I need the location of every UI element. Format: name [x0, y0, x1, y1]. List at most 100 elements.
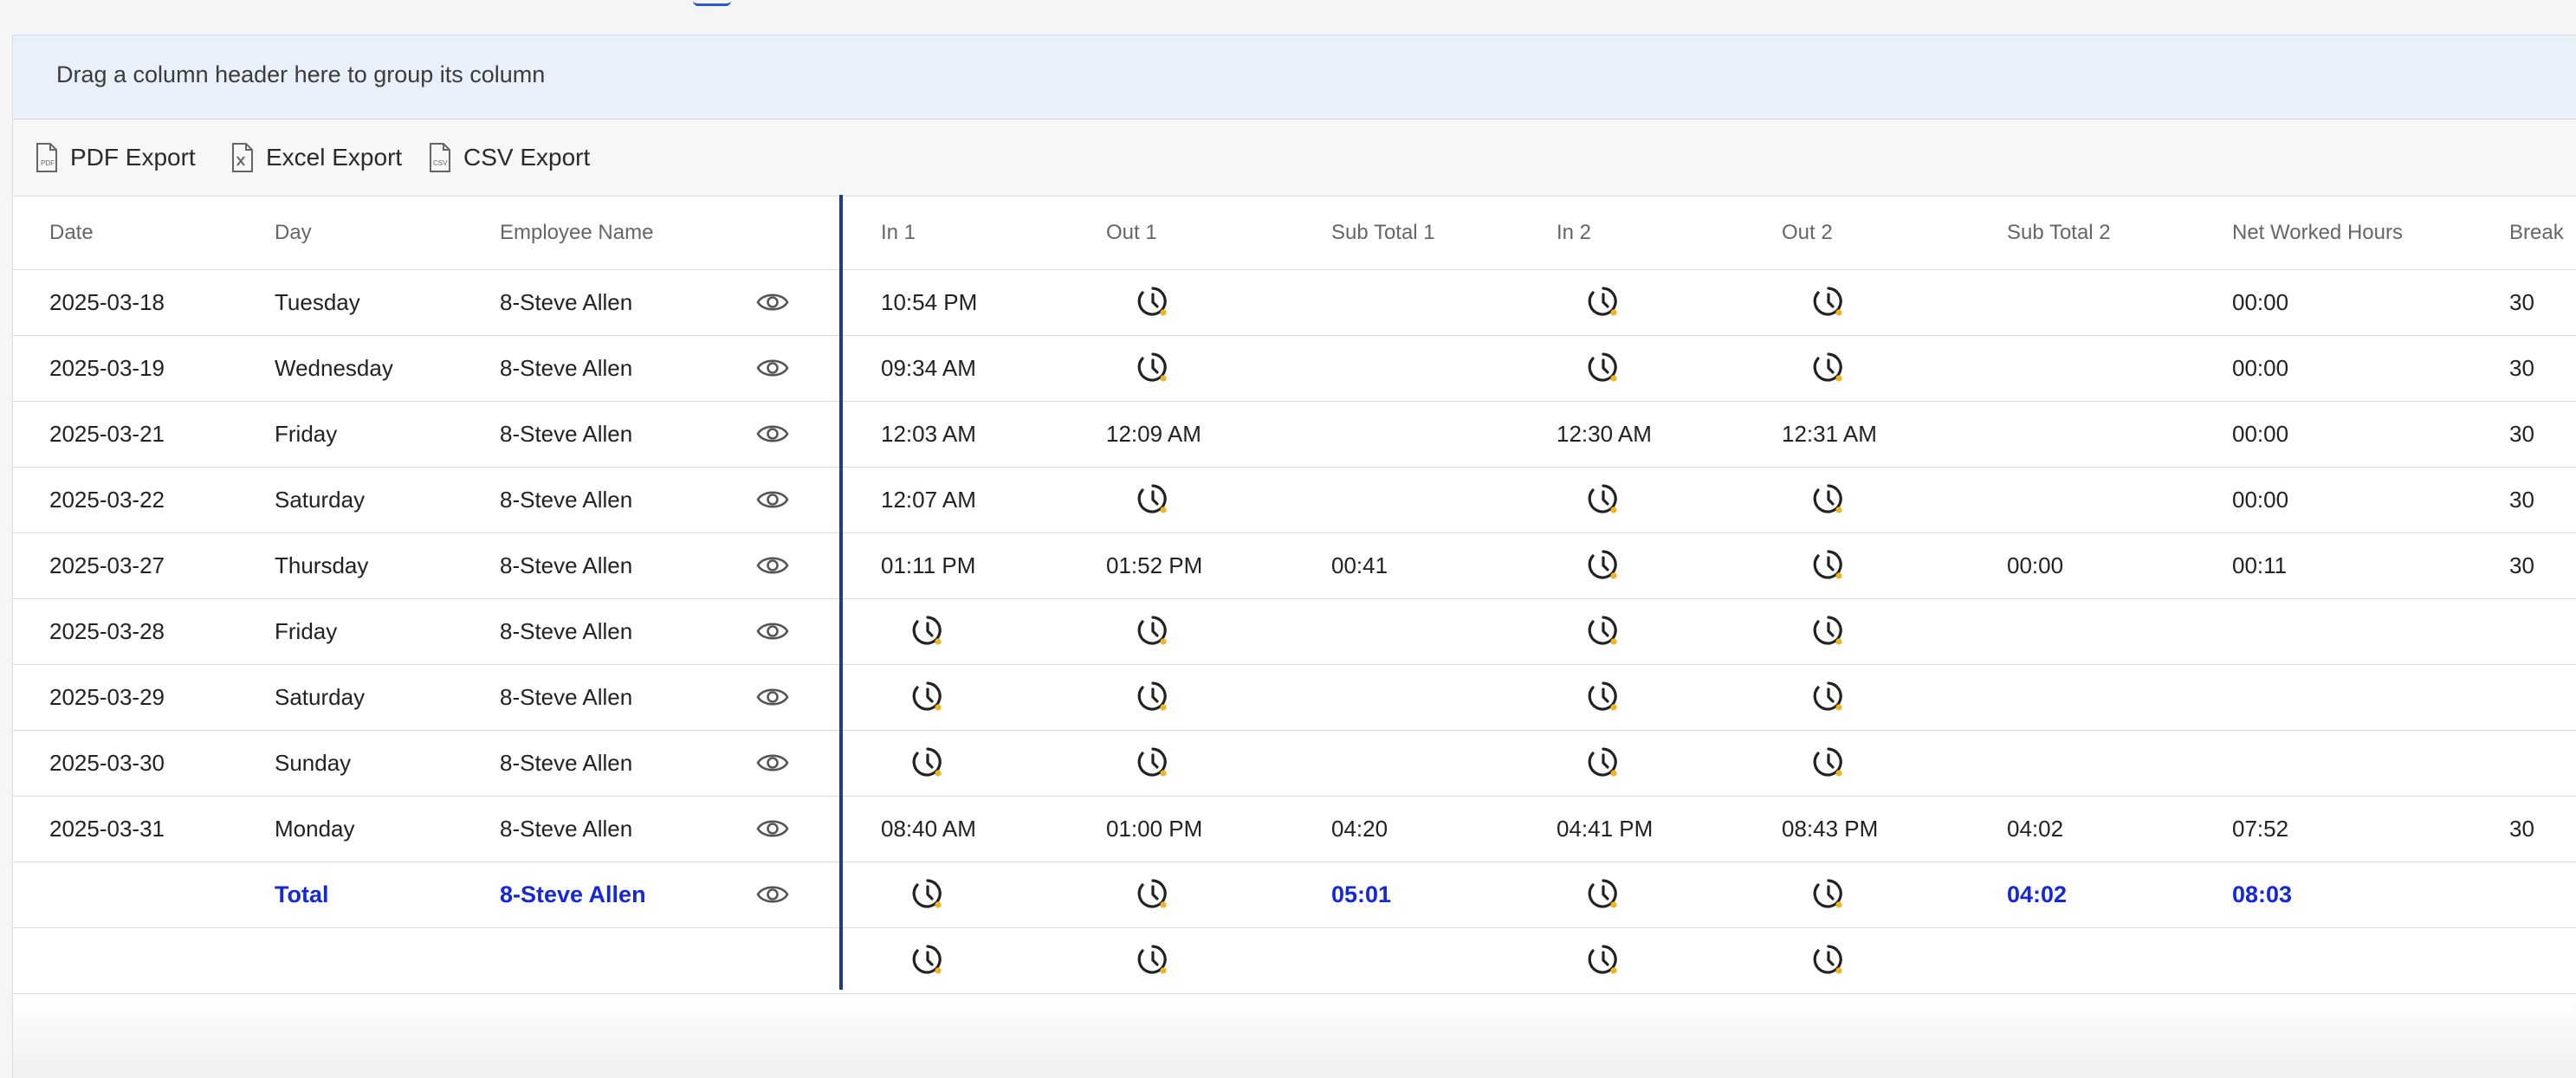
clock-icon[interactable]	[1586, 745, 1621, 781]
eye-icon[interactable]	[756, 421, 789, 447]
total-employee-name: 8-Steve Allen	[500, 881, 646, 907]
frozen-column-divider	[839, 195, 843, 990]
eye-icon[interactable]	[756, 684, 789, 710]
column-header-out-1[interactable]: Out 1	[1106, 221, 1157, 245]
column-header-sub-total-2[interactable]: Sub Total 2	[2007, 221, 2111, 245]
eye-icon[interactable]	[756, 750, 789, 776]
cell-day: Wednesday	[275, 355, 393, 381]
clock-icon[interactable]	[1811, 745, 1846, 781]
cell-in1: 12:03 AM	[881, 421, 976, 447]
cell-date: 2025-03-31	[49, 816, 165, 842]
clock-icon[interactable]	[1136, 679, 1170, 715]
eye-icon[interactable]	[756, 289, 789, 315]
eye-icon[interactable]	[756, 552, 789, 578]
cell-day: Thursday	[275, 552, 369, 578]
cell-in1: 10:54 PM	[881, 289, 978, 315]
cell-brk: 30	[2509, 816, 2534, 842]
column-header-in-1[interactable]: In 1	[881, 221, 916, 245]
export-toolbar: PDF PDF Export Excel Export CSV CSV Expo…	[13, 119, 2576, 197]
column-header-net-worked-hours[interactable]: Net Worked Hours	[2232, 221, 2403, 245]
cell-in1: 12:07 AM	[881, 487, 976, 513]
clock-icon[interactable]	[1586, 942, 1621, 978]
column-header-date[interactable]: Date	[49, 221, 94, 245]
column-header-in-2[interactable]: In 2	[1557, 221, 1591, 245]
pdf-export-button[interactable]: PDF PDF Export	[34, 139, 196, 177]
table-row[interactable]: 2025-03-28 Friday 8-Steve Allen	[13, 599, 2576, 665]
table-row[interactable]: 2025-03-31 Monday 8-Steve Allen 08:40 AM 01:…	[13, 797, 2576, 862]
clock-icon[interactable]	[1811, 350, 1846, 386]
timesheet-grid: Drag a column header here to group its c…	[12, 35, 2576, 1078]
cell-date: 2025-03-21	[49, 421, 165, 447]
cell-day: Friday	[275, 421, 338, 447]
table-header: Date Day Employee Name In 1 Out 1 Sub To…	[13, 197, 2576, 270]
clock-icon[interactable]	[1811, 481, 1846, 518]
column-header-out-2[interactable]: Out 2	[1782, 221, 1833, 245]
group-drop-area[interactable]: Drag a column header here to group its c…	[13, 36, 2576, 119]
table-row[interactable]: 2025-03-22 Saturday 8-Steve Allen 12:07 AM 0…	[13, 468, 2576, 533]
cell-sub1: 00:41	[1331, 552, 1388, 578]
cell-sub2: 04:02	[2007, 816, 2064, 842]
cell-date: 2025-03-22	[49, 487, 165, 513]
clock-icon[interactable]	[910, 942, 945, 978]
csv-export-button[interactable]: CSV CSV Export	[427, 139, 590, 177]
cell-name: 8-Steve Allen	[500, 684, 633, 710]
clock-icon[interactable]	[1586, 613, 1621, 649]
cell-in1: 09:34 AM	[881, 355, 976, 381]
clock-icon[interactable]	[1136, 284, 1170, 320]
clock-icon[interactable]	[910, 679, 945, 715]
eye-icon[interactable]	[756, 816, 789, 842]
table-row[interactable]: 2025-03-18 Tuesday 8-Steve Allen 10:54 PM 00…	[13, 270, 2576, 336]
column-header-employee-name[interactable]: Employee Name	[500, 221, 653, 245]
pdf-file-icon: PDF	[36, 143, 57, 172]
cell-in1: 01:11 PM	[881, 552, 976, 578]
eye-icon[interactable]	[756, 355, 789, 381]
clock-icon[interactable]	[1136, 613, 1170, 649]
eye-icon[interactable]	[756, 618, 789, 644]
table-row[interactable]: 2025-03-29 Saturday 8-Steve Allen	[13, 665, 2576, 731]
cell-name: 8-Steve Allen	[500, 355, 633, 381]
clock-icon[interactable]	[1136, 481, 1170, 518]
cell-date: 2025-03-27	[49, 552, 165, 578]
total-label: Total	[275, 881, 329, 907]
eye-icon[interactable]	[756, 881, 789, 907]
clock-icon[interactable]	[1586, 679, 1621, 715]
clock-icon[interactable]	[1811, 284, 1846, 320]
clock-icon[interactable]	[1136, 942, 1170, 978]
table-row[interactable]: 2025-03-19 Wednesday 8-Steve Allen 09:34 AM…	[13, 336, 2576, 402]
cell-net: 00:00	[2232, 355, 2289, 381]
clock-icon[interactable]	[910, 876, 945, 913]
clock-icon[interactable]	[910, 613, 945, 649]
clock-icon[interactable]	[910, 745, 945, 781]
clock-icon[interactable]	[1586, 876, 1621, 913]
clock-icon[interactable]	[1811, 613, 1846, 649]
table-row[interactable]: 2025-03-27 Thursday 8-Steve Allen 01:11 PM 0…	[13, 533, 2576, 599]
column-header-day[interactable]: Day	[275, 221, 312, 245]
table-row[interactable]: 2025-03-21 Friday 8-Steve Allen 12:03 AM 12:…	[13, 402, 2576, 468]
clock-icon[interactable]	[1136, 745, 1170, 781]
cell-out1: 01:52 PM	[1106, 552, 1203, 578]
eye-icon[interactable]	[756, 487, 789, 513]
clock-icon[interactable]	[1586, 547, 1621, 584]
clock-icon[interactable]	[1586, 481, 1621, 518]
clock-icon[interactable]	[1136, 350, 1170, 386]
cell-sub1: 04:20	[1331, 816, 1388, 842]
clock-icon[interactable]	[1136, 876, 1170, 913]
clock-icon[interactable]	[1811, 547, 1846, 584]
clock-icon[interactable]	[1811, 942, 1846, 978]
clock-icon[interactable]	[1586, 350, 1621, 386]
total-sub-total-2: 04:02	[2007, 881, 2068, 907]
excel-export-label: Excel Export	[266, 144, 403, 171]
cell-day: Saturday	[275, 487, 366, 513]
table-row[interactable]: 2025-03-30 Sunday 8-Steve Allen	[13, 731, 2576, 797]
cell-brk: 30	[2509, 355, 2534, 381]
cell-net: 00:00	[2232, 421, 2289, 447]
cell-out1: 01:00 PM	[1106, 816, 1203, 842]
column-header-sub-total-1[interactable]: Sub Total 1	[1331, 221, 1435, 245]
cell-date: 2025-03-30	[49, 750, 165, 776]
clock-icon[interactable]	[1811, 876, 1846, 913]
total-sub-total-1: 05:01	[1331, 881, 1392, 907]
excel-export-button[interactable]: Excel Export	[230, 139, 402, 177]
column-header-break[interactable]: Break	[2509, 221, 2564, 245]
clock-icon[interactable]	[1586, 284, 1621, 320]
clock-icon[interactable]	[1811, 679, 1846, 715]
